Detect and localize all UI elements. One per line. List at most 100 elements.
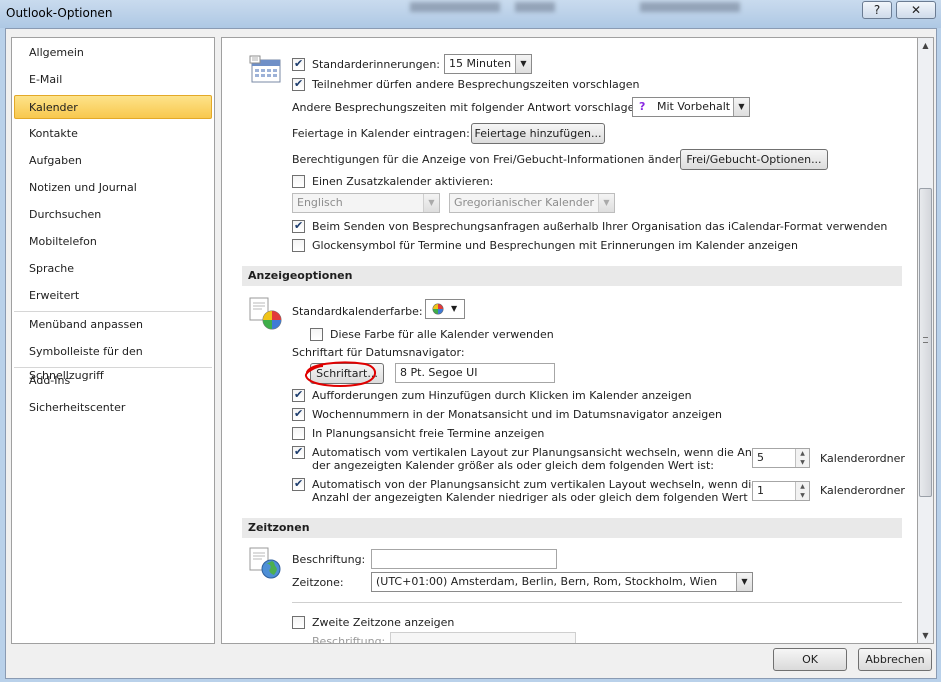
add-holidays-button[interactable]: Feiertage hinzufügen...: [471, 123, 605, 144]
nav-item-sprache[interactable]: Sprache: [14, 257, 212, 281]
options-nav: Allgemein E-Mail Kalender Kontakte Aufga…: [11, 37, 215, 644]
nav-item-kalender[interactable]: Kalender: [14, 95, 212, 119]
alt-calendar-label: Einen Zusatzkalender aktivieren:: [312, 175, 494, 188]
display-options-header: Anzeigeoptionen: [242, 266, 902, 286]
tz-zone-select[interactable]: (UTC+01:00) Amsterdam, Berlin, Bern, Rom…: [371, 572, 753, 592]
nav-item-menueband[interactable]: Menüband anpassen: [14, 313, 212, 337]
freebusy-label: Berechtigungen für die Anzeige von Frei/…: [292, 153, 691, 166]
auto-switch-schedule-spinner[interactable]: 1 ▲ ▼: [752, 481, 810, 501]
help-icon: ?: [873, 3, 881, 17]
nav-item-notizen[interactable]: Notizen und Journal: [14, 176, 212, 200]
chevron-down-icon: ▼: [733, 98, 749, 116]
nav-item-durchsuchen[interactable]: Durchsuchen: [14, 203, 212, 227]
close-button[interactable]: ✕: [896, 1, 936, 19]
tz-label-input[interactable]: [371, 549, 557, 569]
nav-item-addins[interactable]: Add-Ins: [14, 369, 212, 393]
calendar-options-icon: [249, 55, 281, 83]
spin-arrows-icon[interactable]: ▲ ▼: [795, 482, 809, 500]
scrollbar-thumb[interactable]: [919, 188, 932, 497]
propose-response-label: Andere Besprechungszeiten mit folgender …: [292, 101, 646, 114]
free-appointments-checkbox[interactable]: [292, 427, 305, 440]
click-to-add-label: Aufforderungen zum Hinzufügen durch Klic…: [312, 389, 692, 402]
free-appointments-label: In Planungsansicht freie Termine anzeige…: [312, 427, 545, 440]
chevron-down-icon: ▼: [451, 304, 458, 313]
timezones-header: Zeitzonen: [242, 518, 902, 538]
propose-response-select[interactable]: ? Mit Vorbehalt ▼: [632, 97, 750, 117]
chevron-down-icon: ▼: [515, 55, 531, 73]
tz-zone-label: Zeitzone:: [292, 576, 344, 589]
default-color-picker[interactable]: ▼: [425, 299, 465, 319]
background-blur: [640, 2, 740, 12]
alt-calendar-checkbox[interactable]: [292, 175, 305, 188]
color-swatch-icon: [432, 303, 444, 315]
second-timezone-label: Zweite Zeitzone anzeigen: [312, 616, 455, 629]
nav-item-allgemein[interactable]: Allgemein: [14, 41, 212, 65]
nav-item-schnellzugriff[interactable]: Symbolleiste für den Schnellzugriff: [14, 340, 212, 382]
alt-calendar-type-select[interactable]: Gregorianischer Kalender ▼: [449, 193, 615, 213]
nav-item-sicherheitscenter[interactable]: Sicherheitscenter: [14, 396, 212, 420]
auto-switch-vertical-label-line1: Automatisch vom vertikalen Layout zur Pl…: [312, 446, 775, 459]
auto-switch-schedule-unit: Kalenderordner: [820, 484, 905, 497]
display-options-icon: [249, 297, 282, 330]
auto-switch-vertical-label-line2: der angezeigten Kalender größer als oder…: [312, 459, 714, 472]
auto-switch-vertical-spinner[interactable]: 5 ▲ ▼: [752, 448, 810, 468]
annotation-circle: [305, 361, 376, 387]
icalendar-checkbox[interactable]: [292, 219, 305, 233]
nav-item-kontakte[interactable]: Kontakte: [14, 122, 212, 146]
nav-separator: [14, 367, 212, 368]
title-bar: Outlook-Optionen ? ✕: [0, 0, 941, 28]
icalendar-label: Beim Senden von Besprechungsanfragen auß…: [312, 220, 888, 233]
attendees-propose-label: Teilnehmer dürfen andere Besprechungszei…: [312, 78, 640, 91]
help-button[interactable]: ?: [862, 1, 892, 19]
window-title: Outlook-Optionen: [6, 6, 113, 20]
options-content: Standarderinnerungen: 15 Minuten ▼ Teiln…: [221, 37, 918, 644]
grip-icon: [923, 337, 928, 343]
divider: [292, 602, 902, 603]
default-reminders-label: Standarderinnerungen:: [312, 58, 440, 71]
timezone-globe-icon: [249, 547, 281, 579]
background-blur: [515, 2, 555, 12]
cancel-button[interactable]: Abbrechen: [858, 648, 932, 671]
nav-item-erweitert[interactable]: Erweitert: [14, 284, 212, 308]
scroll-down-icon[interactable]: ▼: [918, 628, 933, 644]
second-tz-label-label: Beschriftung:: [312, 635, 386, 644]
auto-switch-vertical-unit: Kalenderordner: [820, 452, 905, 465]
chevron-down-icon: ▼: [423, 194, 439, 212]
content-scrollbar[interactable]: ▲ ▼: [918, 37, 934, 644]
week-numbers-checkbox[interactable]: [292, 407, 305, 421]
second-tz-label-input[interactable]: [390, 632, 576, 643]
nav-item-mobiltelefon[interactable]: Mobiltelefon: [14, 230, 212, 254]
alt-calendar-language-select[interactable]: Englisch ▼: [292, 193, 440, 213]
week-numbers-label: Wochennummern in der Monatsansicht und i…: [312, 408, 722, 421]
click-to-add-checkbox[interactable]: [292, 388, 305, 402]
auto-switch-vertical-checkbox[interactable]: [292, 445, 305, 459]
default-reminders-checkbox[interactable]: [292, 57, 305, 71]
auto-switch-schedule-label-line1: Automatisch von der Planungsansicht zum …: [312, 478, 759, 491]
font-value-field: 8 Pt. Segoe UI: [395, 363, 555, 383]
close-icon: ✕: [910, 3, 922, 17]
scroll-up-icon[interactable]: ▲: [918, 38, 933, 54]
use-color-all-label: Diese Farbe für alle Kalender verwenden: [330, 328, 554, 341]
bell-icon-label: Glockensymbol für Termine und Besprechun…: [312, 239, 798, 252]
nav-separator: [14, 311, 212, 312]
tentative-icon: ?: [639, 100, 646, 113]
ok-button[interactable]: OK: [773, 648, 847, 671]
tz-label-label: Beschriftung:: [292, 553, 366, 566]
spin-arrows-icon[interactable]: ▲ ▼: [795, 449, 809, 467]
default-color-label: Standardkalenderfarbe:: [292, 305, 423, 318]
chevron-down-icon: ▼: [736, 573, 752, 591]
auto-switch-schedule-checkbox[interactable]: [292, 477, 305, 491]
nav-item-email[interactable]: E-Mail: [14, 68, 212, 92]
bell-icon-checkbox[interactable]: [292, 239, 305, 252]
background-blur: [410, 2, 500, 12]
nav-item-aufgaben[interactable]: Aufgaben: [14, 149, 212, 173]
chevron-down-icon: ▼: [598, 194, 614, 212]
freebusy-options-button[interactable]: Frei/Gebucht-Optionen...: [680, 149, 828, 170]
attendees-propose-checkbox[interactable]: [292, 77, 305, 91]
default-reminders-select[interactable]: 15 Minuten ▼: [444, 54, 532, 74]
dialog-body: Allgemein E-Mail Kalender Kontakte Aufga…: [5, 28, 937, 679]
auto-switch-schedule-label-line2: Anzahl der angezeigten Kalender niedrige…: [312, 491, 768, 504]
second-timezone-checkbox[interactable]: [292, 616, 305, 629]
holidays-label: Feiertage in Kalender eintragen:: [292, 127, 470, 140]
use-color-all-checkbox[interactable]: [310, 328, 323, 341]
